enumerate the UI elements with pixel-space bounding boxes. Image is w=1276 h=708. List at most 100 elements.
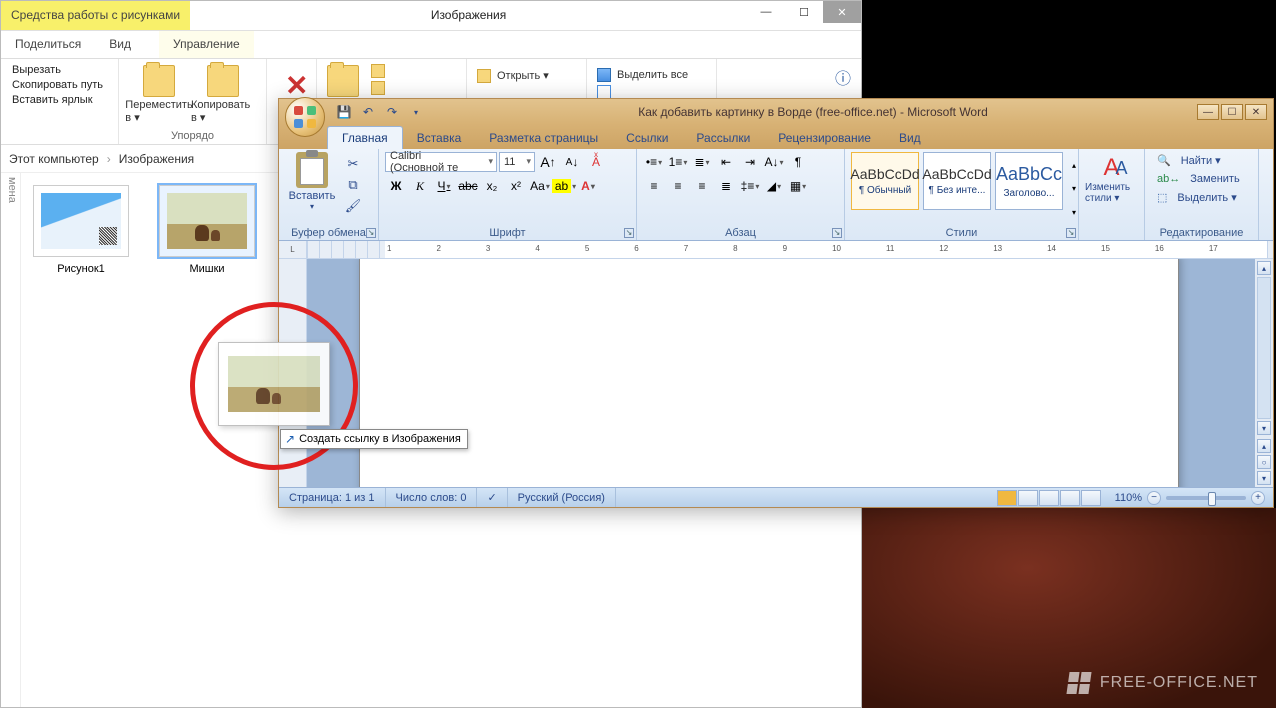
tab-selector[interactable]: L [279, 241, 307, 258]
tab-manage[interactable]: Управление [159, 31, 254, 58]
clipboard-dialog-launcher[interactable]: ↘ [366, 228, 376, 238]
paste-dropdown-icon[interactable]: ▾ [310, 202, 314, 211]
btn-move-to[interactable]: Переместить в ▾ [127, 63, 191, 129]
btn-shrink-font[interactable]: A↓ [561, 152, 583, 172]
tab-review[interactable]: Рецензирование [764, 127, 885, 149]
tab-home[interactable]: Главная [327, 126, 403, 149]
btn-easy-access[interactable] [369, 80, 387, 96]
btn-bold[interactable]: Ж [385, 176, 407, 196]
status-language[interactable]: Русский (Россия) [508, 488, 616, 507]
view-draft[interactable] [1081, 490, 1101, 506]
qat-customize-icon[interactable]: ▾ [407, 103, 425, 121]
zoom-slider[interactable] [1166, 496, 1246, 500]
btn-format-painter-icon[interactable]: 🖌 [343, 197, 363, 215]
btn-open[interactable]: Открыть ▾ [475, 67, 578, 84]
btn-justify[interactable]: ≣ [715, 176, 737, 196]
btn-strike[interactable]: abc [457, 176, 479, 196]
btn-new-item[interactable] [369, 63, 387, 79]
browse-object-button[interactable]: ○ [1257, 455, 1271, 469]
style-nospacing[interactable]: AaBbCcDd ¶ Без инте... [923, 152, 991, 210]
word-maximize-button[interactable]: ☐ [1221, 104, 1243, 120]
btn-indent-inc[interactable]: ⇥ [739, 152, 761, 172]
zoom-level[interactable]: 110% [1115, 492, 1142, 504]
qat-save-icon[interactable]: 💾 [335, 103, 353, 121]
btn-change-case[interactable]: Aa [529, 176, 551, 196]
maximize-button[interactable]: ☐ [785, 1, 823, 23]
btn-align-right[interactable]: ≡ [691, 176, 713, 196]
btn-copy-icon[interactable]: ⧉ [343, 176, 363, 194]
vertical-scrollbar[interactable]: ▴ ▾ ▴ ○ ▾ [1255, 259, 1273, 487]
btn-line-spacing[interactable]: ‡≡ [739, 176, 761, 196]
word-titlebar[interactable]: 💾 ↶ ↷ ▾ Как добавить картинку в Ворде (f… [279, 99, 1273, 125]
minimize-button[interactable]: — [747, 1, 785, 23]
btn-underline[interactable]: Ч [433, 176, 455, 196]
font-name-combo[interactable]: Calibri (Основной те [385, 152, 497, 172]
scroll-down-button[interactable]: ▾ [1257, 421, 1271, 435]
browse-next-button[interactable]: ▾ [1257, 471, 1271, 485]
btn-borders[interactable]: ▦ [787, 176, 809, 196]
btn-copy-to[interactable]: Копировать в ▾ [191, 63, 255, 129]
btn-select[interactable]: ⬚Выделить ▾ [1151, 189, 1246, 206]
tab-mailings[interactable]: Рассылки [682, 127, 764, 149]
btn-cut-icon[interactable]: ✂ [343, 155, 363, 173]
btn-sort[interactable]: A↓ [763, 152, 785, 172]
file-thumb-bears[interactable]: Мишки [159, 185, 255, 275]
btn-subscript[interactable]: x₂ [481, 176, 503, 196]
tab-insert[interactable]: Вставка [403, 127, 476, 149]
breadcrumb-folder[interactable]: Изображения [119, 152, 194, 166]
btn-shading[interactable]: ◢ [763, 176, 785, 196]
font-size-combo[interactable]: 11 [499, 152, 535, 172]
qat-undo-icon[interactable]: ↶ [359, 103, 377, 121]
status-wordcount[interactable]: Число слов: 0 [386, 488, 478, 507]
btn-find[interactable]: 🔍Найти ▾ [1151, 152, 1246, 169]
browse-prev-button[interactable]: ▴ [1257, 439, 1271, 453]
btn-clear-format[interactable]: Aͯ [585, 152, 607, 172]
btn-show-marks[interactable]: ¶ [787, 152, 809, 172]
view-web-layout[interactable] [1039, 490, 1059, 506]
close-button[interactable]: ✕ [823, 1, 861, 23]
tab-view[interactable]: Вид [95, 31, 145, 58]
status-proofing[interactable]: ✓ [477, 488, 507, 507]
view-print-layout[interactable] [997, 490, 1017, 506]
btn-numbering[interactable]: 1≡ [667, 152, 689, 172]
btn-highlight[interactable]: ab [553, 176, 575, 196]
scroll-up-button[interactable]: ▴ [1257, 261, 1271, 275]
paragraph-dialog-launcher[interactable]: ↘ [832, 228, 842, 238]
qat-redo-icon[interactable]: ↷ [383, 103, 401, 121]
btn-align-center[interactable]: ≡ [667, 176, 689, 196]
btn-replace[interactable]: ab↔Заменить [1151, 171, 1246, 187]
zoom-out-button[interactable]: − [1147, 491, 1161, 505]
btn-paste-shortcut[interactable]: Вставить ярлык [9, 93, 110, 107]
breadcrumb-root[interactable]: Этот компьютер [9, 152, 99, 166]
btn-multilevel[interactable]: ≣ [691, 152, 713, 172]
btn-font-color[interactable]: A [577, 176, 599, 196]
styles-dialog-launcher[interactable]: ↘ [1066, 228, 1076, 238]
status-page[interactable]: Страница: 1 из 1 [279, 488, 386, 507]
btn-change-styles[interactable]: AA Изменить стили ▾ [1085, 152, 1138, 226]
word-minimize-button[interactable]: — [1197, 104, 1219, 120]
explorer-nav-pane[interactable]: мена [1, 173, 21, 707]
btn-cut[interactable]: Вырезать [9, 63, 110, 77]
tab-layout[interactable]: Разметка страницы [475, 127, 612, 149]
style-heading1[interactable]: AaBbCc Заголово... [995, 152, 1063, 210]
zoom-in-button[interactable]: + [1251, 491, 1265, 505]
btn-grow-font[interactable]: A↑ [537, 152, 559, 172]
btn-indent-dec[interactable]: ⇤ [715, 152, 737, 172]
btn-copy-path[interactable]: Скопировать путь [9, 78, 110, 92]
tab-share[interactable]: Поделиться [1, 31, 95, 58]
tab-references[interactable]: Ссылки [612, 127, 682, 149]
btn-superscript[interactable]: x² [505, 176, 527, 196]
font-dialog-launcher[interactable]: ↘ [624, 228, 634, 238]
btn-paste[interactable]: Вставить ▾ [285, 152, 339, 226]
word-close-button[interactable]: ✕ [1245, 104, 1267, 120]
tab-view[interactable]: Вид [885, 127, 935, 149]
scrollbar-track[interactable] [1257, 277, 1271, 419]
btn-bullets[interactable]: •≡ [643, 152, 665, 172]
btn-select-all[interactable]: Выделить все [595, 67, 708, 83]
btn-align-left[interactable]: ≡ [643, 176, 665, 196]
document-viewport[interactable] [307, 259, 1255, 487]
view-full-screen[interactable] [1018, 490, 1038, 506]
explorer-titlebar[interactable]: Средства работы с рисунками Изображения … [1, 1, 861, 31]
view-outline[interactable] [1060, 490, 1080, 506]
file-thumb-pic1[interactable]: Рисунок1 [33, 185, 129, 275]
